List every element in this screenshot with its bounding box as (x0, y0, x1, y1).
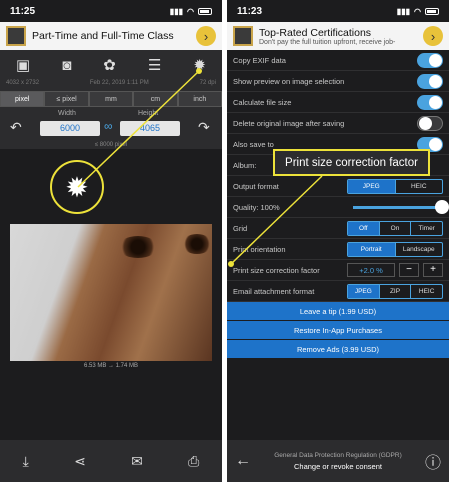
image-info: 4032 x 2732 Feb 22, 2019 1:11 PM 72 dpi (0, 80, 222, 91)
copy-exif-toggle[interactable] (417, 52, 443, 68)
setting-calculate-size[interactable]: Calculate file size (227, 92, 449, 113)
photos-icon[interactable]: ▣ (16, 56, 30, 74)
camera-icon[interactable]: ◙ (62, 57, 71, 74)
output-heic[interactable]: HEIC (394, 179, 443, 193)
photo-eye (118, 236, 158, 258)
sliders-icon[interactable]: ☰ (148, 56, 161, 74)
callout-label: Print size correction factor (273, 149, 430, 176)
image-date: Feb 22, 2019 1:11 PM (89, 80, 149, 86)
email-jpeg[interactable]: JPEG (348, 284, 379, 298)
setting-show-preview[interactable]: Show preview on image selection (227, 71, 449, 92)
gdpr-title: General Data Protection Regulation (GDPR… (274, 451, 402, 459)
unit-inch[interactable]: inch (177, 91, 222, 107)
email-format-segment: JPEG ZIP HEIC (347, 283, 443, 299)
main-toolbar: ▣ ◙ ✿ ☰ ✹ (0, 50, 222, 80)
orientation-landscape[interactable]: Landscape (394, 242, 443, 256)
dimension-panel: ↶ Width 6000 ∞ Height 4065 ↷ ≤ 8000 pixe… (0, 107, 222, 149)
link-icon[interactable]: ∞ (104, 119, 113, 133)
unit-cm[interactable]: cm (133, 91, 178, 107)
share-icon[interactable]: ⋖ (74, 453, 86, 470)
signal-icon: ▮▮▮ (169, 6, 184, 16)
status-time: 11:23 (237, 5, 263, 17)
unit-selector: pixel ≤ pixel mm cm inch (0, 91, 222, 107)
image-dimensions: 4032 x 2732 (6, 80, 40, 86)
undo-icon[interactable]: ↶ (10, 119, 22, 136)
orientation-portrait[interactable]: Portrait (348, 242, 395, 256)
show-preview-toggle[interactable] (417, 73, 443, 89)
setting-copy-exif[interactable]: Copy EXIF data (227, 50, 449, 71)
calculate-size-toggle[interactable] (417, 94, 443, 110)
info-icon[interactable]: ⓘ (425, 449, 441, 473)
download-icon[interactable]: ⤓ (23, 453, 29, 470)
setting-print-orientation: Print orientation Portrait Landscape (227, 239, 449, 260)
grid-on[interactable]: On (378, 221, 411, 235)
wifi-icon: ◠ (414, 6, 421, 16)
print-icon[interactable]: ⎙ (188, 453, 199, 470)
height-label: Height (138, 110, 159, 117)
bottom-toolbar: ⤓ ⋖ ✉ ⎙ (0, 440, 222, 482)
setting-email-format: Email attachment format JPEG ZIP HEIC (227, 281, 449, 302)
ad-go-button[interactable]: › (196, 26, 216, 46)
right-phone-screen: 11:23 ▮▮▮ ◠ Top-Rated Certifications Don't… (227, 0, 449, 482)
status-bar: 11:23 ▮▮▮ ◠ (227, 0, 449, 22)
leave-tip-button[interactable]: Leave a tip (1.99 USD) (227, 302, 449, 321)
setting-print-correction: Print size correction factor +2.0 % − + (227, 260, 449, 281)
unit-mm[interactable]: mm (88, 91, 134, 107)
delete-original-toggle[interactable] (417, 115, 443, 131)
photo-preview (10, 224, 212, 361)
gdpr-consent-link[interactable]: Change or revoke consent (274, 462, 402, 471)
gdpr-bar: ← General Data Protection Regulation (GD… (227, 440, 449, 482)
file-size-info: 6.53 MB → 1.74 MB (83, 363, 139, 369)
setting-grid: Grid Off On Timer (227, 218, 449, 239)
unit-pixel[interactable]: pixel (0, 91, 45, 107)
ad-subtitle: Don't pay the full tuition upfront, rece… (259, 38, 396, 46)
width-field[interactable]: 6000 (40, 121, 100, 136)
correction-plus-button[interactable]: + (423, 263, 443, 277)
battery-icon (425, 7, 439, 15)
width-label: Width (58, 110, 76, 117)
ad-go-button[interactable]: › (423, 26, 443, 46)
battery-icon (198, 7, 212, 15)
status-time: 11:25 (10, 5, 36, 17)
palette-icon[interactable]: ✿ (103, 56, 116, 74)
mail-icon[interactable]: ✉ (131, 453, 143, 470)
ad-logo (233, 26, 253, 46)
quality-slider[interactable] (353, 199, 449, 214)
annotation-dot (228, 261, 234, 267)
photo-eye (182, 234, 212, 254)
settings-list: Copy EXIF data Show preview on image sel… (227, 50, 449, 302)
ad-logo (6, 26, 26, 46)
restore-purchases-button[interactable]: Restore In-App Purchases (227, 321, 449, 340)
correction-value[interactable]: +2.0 % (347, 263, 395, 277)
ad-banner[interactable]: Part-Time and Full-Time Class › (0, 22, 222, 50)
wifi-icon: ◠ (187, 6, 194, 16)
ad-banner[interactable]: Top-Rated Certifications Don't pay the fu… (227, 22, 449, 50)
output-format-segment: JPEG HEIC (347, 178, 443, 194)
status-bar: 11:25 ▮▮▮ ◠ (0, 0, 222, 22)
left-phone-screen: 11:25 ▮▮▮ ◠ Part-Time and Full-Time Class… (0, 0, 222, 482)
grid-off[interactable]: Off (348, 221, 379, 235)
max-note: ≤ 8000 pixel (94, 142, 128, 148)
output-jpeg[interactable]: JPEG (348, 179, 395, 193)
height-field[interactable]: 4065 (120, 121, 180, 136)
setting-quality: Quality: 100% (227, 197, 449, 218)
ad-title: Part-Time and Full-Time Class (32, 30, 174, 42)
unit-max-pixel[interactable]: ≤ pixel (44, 91, 89, 107)
remove-ads-button[interactable]: Remove Ads (3.99 USD) (227, 340, 449, 359)
setting-delete-original[interactable]: Delete original image after saving (227, 113, 449, 134)
back-arrow-icon[interactable]: ← (235, 452, 251, 470)
setting-output-format: Output format JPEG HEIC (227, 176, 449, 197)
grid-segment: Off On Timer (347, 220, 443, 236)
ad-title: Top-Rated Certifications (259, 26, 372, 39)
orientation-segment: Portrait Landscape (347, 241, 443, 257)
correction-minus-button[interactable]: − (399, 263, 419, 277)
email-heic[interactable]: HEIC (410, 284, 442, 298)
grid-timer[interactable]: Timer (410, 221, 442, 235)
signal-icon: ▮▮▮ (396, 6, 411, 16)
image-dpi: 72 dpi (199, 80, 216, 86)
annotation-dot (196, 68, 202, 74)
email-zip[interactable]: ZIP (378, 284, 411, 298)
gear-highlight-icon[interactable]: ✹ (50, 160, 104, 214)
redo-icon[interactable]: ↷ (198, 119, 210, 136)
